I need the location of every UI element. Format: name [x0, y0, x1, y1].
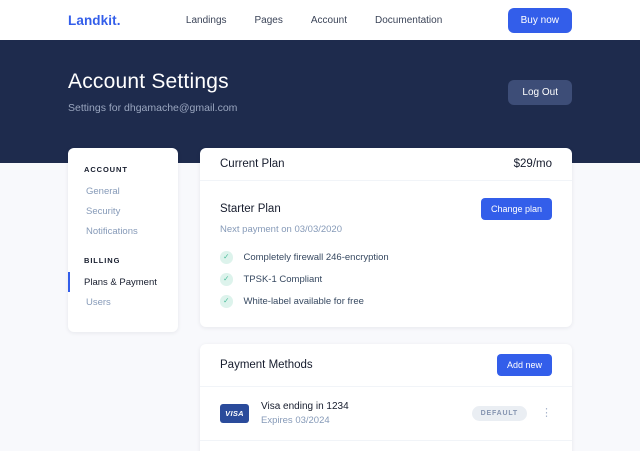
feature-label: Completely firewall 246-encryption: [244, 252, 389, 263]
plan-feature-list: ✓ Completely firewall 246-encryption ✓ T…: [220, 251, 552, 308]
check-icon: ✓: [220, 251, 233, 264]
next-payment-text: Next payment on 03/03/2020: [220, 224, 552, 235]
check-icon: ✓: [220, 295, 233, 308]
list-item: ✓ Completely firewall 246-encryption: [220, 251, 552, 264]
sidebar-item-security[interactable]: Security: [68, 201, 178, 221]
change-plan-button[interactable]: Change plan: [481, 198, 552, 220]
card-name: Visa ending in 1234: [261, 401, 472, 412]
payment-methods-title: Payment Methods: [220, 359, 313, 371]
payment-methods-card: Payment Methods Add new VISA Visa ending…: [200, 344, 572, 451]
card-expiry: Expires 03/2024: [261, 415, 472, 426]
sidebar-heading-billing: BILLING: [68, 256, 178, 265]
current-plan-card: Current Plan $29/mo Starter Plan Change …: [200, 148, 572, 327]
navbar: Landkit. Landings Pages Account Document…: [0, 0, 640, 40]
buy-now-button[interactable]: Buy now: [508, 8, 572, 33]
nav-links: Landings Pages Account Documentation: [121, 15, 508, 26]
list-item: ✓ White-label available for free: [220, 295, 552, 308]
sidebar-heading-account: ACCOUNT: [68, 165, 178, 174]
feature-label: TPSK-1 Compliant: [244, 274, 323, 285]
default-badge: DEFAULT: [472, 406, 527, 421]
sidebar-item-general[interactable]: General: [68, 181, 178, 201]
page-title: Account Settings: [68, 70, 237, 94]
settings-sidebar: ACCOUNT General Security Notifications B…: [68, 148, 178, 332]
hero-banner: Account Settings Settings for dhgamache@…: [0, 40, 640, 163]
nav-link-pages[interactable]: Pages: [255, 15, 283, 26]
list-item: ✓ TPSK-1 Compliant: [220, 273, 552, 286]
card-info: Visa ending in 1234 Expires 03/2024: [261, 401, 472, 426]
visa-logo-icon: VISA: [220, 404, 249, 423]
sidebar-item-plans-payment[interactable]: Plans & Payment: [68, 272, 178, 292]
main-column: Current Plan $29/mo Starter Plan Change …: [200, 148, 572, 451]
landkit-logo[interactable]: Landkit.: [68, 13, 121, 28]
nav-link-account[interactable]: Account: [311, 15, 347, 26]
current-plan-price: $29/mo: [514, 158, 552, 170]
feature-label: White-label available for free: [244, 296, 364, 307]
logout-button[interactable]: Log Out: [508, 80, 572, 105]
table-row: Mastercard ending in 1234 ⋮: [200, 440, 572, 451]
kebab-menu-icon[interactable]: ⋮: [541, 408, 552, 419]
add-new-button[interactable]: Add new: [497, 354, 552, 376]
sidebar-item-notifications[interactable]: Notifications: [68, 221, 178, 241]
content-area: ACCOUNT General Security Notifications B…: [0, 148, 640, 451]
nav-link-landings[interactable]: Landings: [186, 15, 227, 26]
check-icon: ✓: [220, 273, 233, 286]
payment-methods-header: Payment Methods Add new: [200, 344, 572, 387]
sidebar-item-users[interactable]: Users: [68, 292, 178, 312]
current-plan-title: Current Plan: [220, 158, 285, 170]
plan-name: Starter Plan: [220, 203, 281, 215]
nav-link-documentation[interactable]: Documentation: [375, 15, 442, 26]
table-row: VISA Visa ending in 1234 Expires 03/2024…: [200, 387, 572, 440]
current-plan-header: Current Plan $29/mo: [200, 148, 572, 181]
current-plan-body: Starter Plan Change plan Next payment on…: [200, 181, 572, 327]
hero-text: Account Settings Settings for dhgamache@…: [68, 70, 237, 114]
page-subtitle: Settings for dhgamache@gmail.com: [68, 102, 237, 114]
